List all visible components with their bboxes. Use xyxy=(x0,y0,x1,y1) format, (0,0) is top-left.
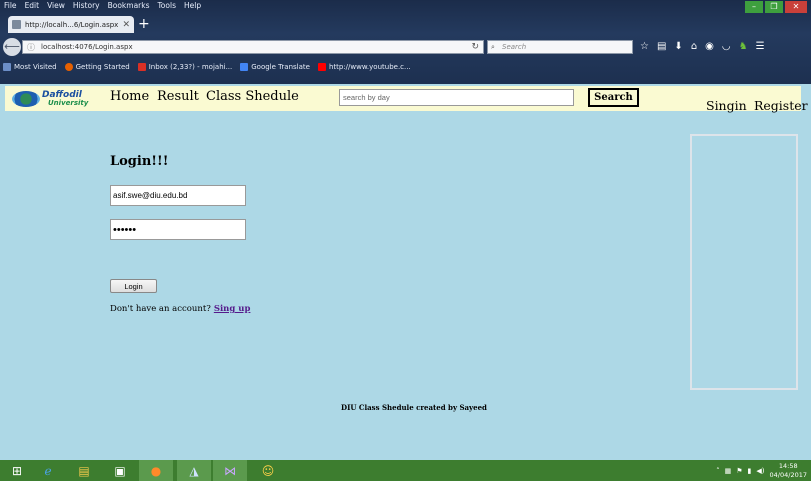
bookmark-most-visited[interactable]: Most Visited xyxy=(3,63,57,71)
url-bar[interactable]: ⓘ localhost:4076/Login.aspx ↻ xyxy=(22,40,484,54)
email-field[interactable] xyxy=(110,185,246,206)
site-header: Daffodil University Home Result Class Sh… xyxy=(5,86,808,113)
side-panel xyxy=(690,134,798,390)
download-icon[interactable]: ⬇ xyxy=(674,41,682,52)
bookmark-icon xyxy=(3,63,11,71)
login-title: Login!!! xyxy=(110,154,169,169)
bookmark-label: Google Translate xyxy=(251,63,310,71)
bookmark-label: http://www.youtube.c... xyxy=(328,63,411,71)
translate-icon xyxy=(240,63,249,71)
tray-expand-icon[interactable]: ˄ xyxy=(716,467,720,475)
login-button[interactable]: Login xyxy=(110,279,157,293)
url-text: localhost:4076/Login.aspx xyxy=(41,43,133,51)
clock-time: 14:58 xyxy=(778,461,798,470)
search-icon: ⌕ xyxy=(491,43,495,51)
nav-class-schedule[interactable]: Class Shedule xyxy=(206,89,299,104)
store-icon[interactable]: ▣ xyxy=(103,460,137,481)
system-tray: ˄ ▦ ⚑ ▮ ◀) 14:58 04/04/2017 xyxy=(716,460,807,481)
logo-text-line2: University xyxy=(48,99,89,107)
bookmark-inbox[interactable]: Inbox (2,33?) - mojahi... xyxy=(137,63,233,71)
gmail-icon xyxy=(137,63,146,71)
firefox-taskbar-icon[interactable]: ● xyxy=(139,460,173,481)
nav-home[interactable]: Home xyxy=(110,89,149,104)
network-icon[interactable]: ▦ xyxy=(725,467,732,475)
password-field[interactable] xyxy=(110,219,246,240)
back-button[interactable]: ⟵ xyxy=(3,38,21,56)
visual-studio-icon[interactable]: ⋈ xyxy=(213,460,247,481)
signup-prompt: Don't have an account? Sing up xyxy=(110,304,250,314)
browser-tab[interactable]: http://localh...6/Login.aspx ✕ xyxy=(8,16,134,33)
battery-icon[interactable]: ▮ xyxy=(748,467,752,475)
youtube-icon xyxy=(317,63,326,71)
window-controls: – ❐ ✕ xyxy=(745,1,807,13)
home-icon[interactable]: ⌂ xyxy=(691,41,697,52)
bookmark-label: Inbox (2,33?) - mojahi... xyxy=(148,63,233,71)
emoji-app-icon[interactable]: ☺ xyxy=(251,460,285,481)
browser-search-input[interactable]: ⌕ Search xyxy=(487,40,633,54)
signup-link[interactable]: Sing up xyxy=(214,304,251,314)
signup-prompt-text: Don't have an account? xyxy=(110,304,211,314)
tab-title: http://localh...6/Login.aspx xyxy=(25,20,119,29)
menu-bar: File Edit View History Bookmarks Tools H… xyxy=(4,1,201,13)
reading-list-icon[interactable]: ▤ xyxy=(657,41,666,52)
browser-chrome: File Edit View History Bookmarks Tools H… xyxy=(0,0,811,84)
chat-icon[interactable]: ◉ xyxy=(705,41,714,52)
footer-text: DIU Class Shedule created by Sayeed xyxy=(341,403,487,412)
bookmark-star-icon[interactable]: ☆ xyxy=(640,41,649,52)
bookmark-label: Getting Started xyxy=(75,63,130,71)
bookmark-label: Most Visited xyxy=(14,63,57,71)
menu-tools[interactable]: Tools xyxy=(158,1,176,13)
navigation-bar: ⟵ ⓘ localhost:4076/Login.aspx ↻ ⌕ Search… xyxy=(0,36,811,58)
new-tab-button[interactable]: + xyxy=(138,16,150,33)
menu-icon[interactable]: ☰ xyxy=(756,41,765,52)
nav-result[interactable]: Result xyxy=(157,89,199,104)
clock[interactable]: 14:58 04/04/2017 xyxy=(770,462,807,480)
day-search-input[interactable] xyxy=(339,89,574,106)
info-icon[interactable]: ⓘ xyxy=(27,42,35,54)
volume-icon[interactable]: ◀) xyxy=(756,467,764,475)
start-button[interactable]: ⊞ xyxy=(0,460,34,481)
bookmark-google-translate[interactable]: Google Translate xyxy=(240,63,310,71)
flag-icon[interactable]: ⚑ xyxy=(736,467,742,475)
clock-date: 04/04/2017 xyxy=(769,470,807,479)
internet-explorer-icon[interactable]: ℯ xyxy=(31,460,65,481)
reload-icon[interactable]: ↻ xyxy=(471,41,479,53)
menu-edit[interactable]: Edit xyxy=(25,1,40,13)
pocket-icon[interactable]: ◡ xyxy=(722,41,731,52)
menu-history[interactable]: History xyxy=(73,1,100,13)
register-link[interactable]: Register xyxy=(754,98,808,113)
sql-server-icon[interactable]: ◮ xyxy=(177,460,211,481)
bookmark-youtube[interactable]: http://www.youtube.c... xyxy=(317,63,411,71)
menu-view[interactable]: View xyxy=(47,1,65,13)
addon-icon[interactable]: ♞ xyxy=(739,41,748,52)
logo-emblem-icon xyxy=(12,91,40,107)
toolbar-icons: ☆ ▤ ⬇ ⌂ ◉ ◡ ♞ ☰ xyxy=(640,41,765,52)
minimize-button[interactable]: – xyxy=(745,1,763,13)
page-content: Daffodil University Home Result Class Sh… xyxy=(0,84,811,460)
menu-bookmarks[interactable]: Bookmarks xyxy=(108,1,150,13)
file-explorer-icon[interactable]: ▤ xyxy=(67,460,101,481)
close-tab-icon[interactable]: ✕ xyxy=(122,20,130,30)
search-button[interactable]: Search xyxy=(588,88,639,107)
menu-help[interactable]: Help xyxy=(184,1,201,13)
university-logo[interactable]: Daffodil University xyxy=(10,89,96,109)
firefox-icon xyxy=(64,63,73,71)
bookmark-getting-started[interactable]: Getting Started xyxy=(64,63,130,71)
menu-file[interactable]: File xyxy=(4,1,17,13)
bookmarks-bar: Most Visited Getting Started Inbox (2,33… xyxy=(0,60,811,74)
taskbar: ⊞ ℯ ▤ ▣ ● ◮ ⋈ ☺ ˄ ▦ ⚑ ▮ ◀) 14:58 04/04/2… xyxy=(0,460,811,481)
maximize-button[interactable]: ❐ xyxy=(765,1,783,13)
page-icon xyxy=(12,20,21,29)
browser-search-placeholder: Search xyxy=(502,43,527,51)
close-window-button[interactable]: ✕ xyxy=(785,1,807,13)
signin-link[interactable]: Singin xyxy=(706,98,747,113)
